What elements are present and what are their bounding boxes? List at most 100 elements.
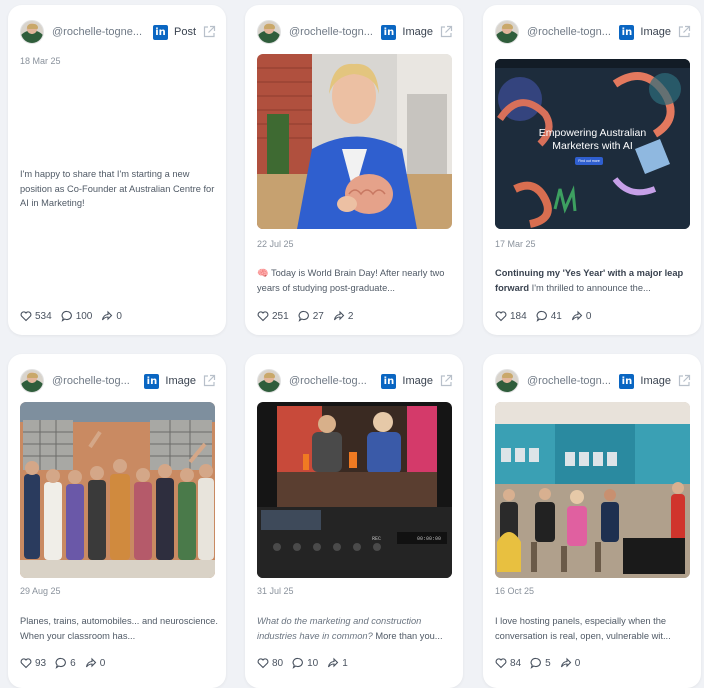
external-link-icon[interactable] (202, 374, 216, 388)
avatar[interactable] (495, 369, 519, 393)
post-type-label: Image (640, 375, 671, 387)
comments-stat: 6 (55, 657, 76, 669)
post-image[interactable]: Empowering Australian Marketers with AI … (495, 59, 690, 229)
post-text: Continuing my 'Yes Year' with a major le… (495, 268, 684, 293)
post-date: 18 Mar 25 (20, 56, 61, 66)
avatar[interactable] (495, 20, 519, 44)
heart-icon (257, 311, 269, 322)
post-type-label: Image (402, 26, 433, 38)
likes-stat: 251 (257, 310, 289, 322)
post-type-label: Image (640, 26, 671, 38)
comments-stat: 5 (530, 657, 551, 669)
likes-stat: 84 (495, 657, 521, 669)
likes-stat: 93 (20, 657, 46, 669)
post-card[interactable]: @rochelle-tog... in Image 29 Aug 25 Plan… (8, 354, 226, 688)
linkedin-icon: in (619, 373, 635, 389)
shares-stat: 0 (85, 657, 105, 669)
comment-icon (298, 310, 309, 322)
card-header: @rochelle-togne... in Post (20, 19, 216, 45)
author-handle[interactable]: @rochelle-togn... (527, 375, 613, 387)
share-icon (328, 657, 339, 668)
external-link-icon[interactable] (439, 374, 453, 388)
shares-stat: 0 (571, 310, 591, 322)
comments-stat: 100 (61, 310, 92, 322)
post-date: 31 Jul 25 (257, 586, 294, 596)
svg-text:REC: REC (372, 536, 381, 542)
external-link-icon[interactable] (202, 25, 216, 39)
post-image[interactable] (257, 54, 452, 229)
heart-icon (495, 658, 507, 669)
heart-icon (20, 311, 32, 322)
engagement-stats: 84 5 0 (495, 657, 589, 669)
likes-stat: 184 (495, 310, 527, 322)
avatar[interactable] (257, 20, 281, 44)
post-date: 22 Jul 25 (257, 239, 294, 249)
post-image[interactable]: REC 00:00:00 (257, 402, 452, 578)
card-header: @rochelle-togn... in Image (495, 368, 691, 394)
post-card[interactable]: @rochelle-tog... in Image REC 00:00:00 3… (245, 354, 463, 688)
linkedin-icon: in (152, 24, 168, 40)
author-handle[interactable]: @rochelle-togn... (289, 26, 375, 38)
post-type-label: Image (402, 375, 433, 387)
post-date: 29 Aug 25 (20, 586, 61, 596)
post-card[interactable]: @rochelle-togn... in Image Empowering Au… (483, 5, 701, 335)
share-icon (85, 657, 96, 668)
likes-stat: 534 (20, 310, 52, 322)
post-type-label: Post (173, 26, 196, 38)
heart-icon (20, 658, 32, 669)
shares-stat: 2 (333, 310, 353, 322)
card-header: @rochelle-togn... in Image (257, 19, 453, 45)
svg-text:00:00:00: 00:00:00 (417, 536, 441, 542)
comment-icon (61, 310, 72, 322)
post-date: 16 Oct 25 (495, 586, 535, 596)
avatar[interactable] (20, 369, 44, 393)
shares-stat: 0 (560, 657, 580, 669)
linkedin-icon: in (619, 24, 635, 40)
post-date: 17 Mar 25 (495, 239, 536, 249)
engagement-stats: 184 41 0 (495, 310, 600, 322)
comment-icon (55, 657, 67, 669)
linkedin-icon: in (381, 373, 397, 389)
comments-stat: 10 (292, 657, 318, 669)
linkedin-icon: in (144, 373, 160, 389)
image-headline: Empowering Australian Marketers with AI (538, 127, 647, 152)
post-text: I'm happy to share that I'm starting a n… (20, 169, 215, 208)
share-icon (560, 657, 571, 668)
post-card[interactable]: @rochelle-togn... in Image 22 Jul 25 🧠 T… (245, 5, 463, 335)
avatar[interactable] (20, 20, 44, 44)
share-icon (333, 310, 345, 321)
post-text: 🧠 Today is World Brain Day! After nearly… (257, 268, 445, 293)
comments-stat: 27 (298, 310, 324, 322)
author-handle[interactable]: @rochelle-togne... (52, 26, 147, 38)
engagement-stats: 80 10 1 (257, 657, 357, 669)
comments-stat: 41 (536, 310, 562, 322)
comment-icon (536, 310, 547, 322)
external-link-icon[interactable] (439, 25, 453, 39)
share-icon (571, 310, 583, 321)
comment-icon (530, 657, 542, 669)
author-handle[interactable]: @rochelle-tog... (52, 375, 138, 387)
post-text: I love hosting panels, especially when t… (495, 616, 671, 641)
post-image[interactable] (495, 402, 690, 578)
post-card[interactable]: @rochelle-togn... in Image 16 Oct 25 I l… (483, 354, 701, 688)
avatar[interactable] (257, 369, 281, 393)
external-link-icon[interactable] (677, 25, 691, 39)
post-image[interactable] (20, 402, 215, 578)
heart-icon (495, 311, 507, 322)
image-cta-button: Find out more (578, 159, 600, 163)
post-type-label: Image (165, 375, 196, 387)
likes-stat: 80 (257, 657, 283, 669)
author-handle[interactable]: @rochelle-togn... (527, 26, 613, 38)
share-icon (102, 310, 113, 321)
shares-stat: 1 (327, 657, 348, 669)
card-header: @rochelle-togn... in Image (495, 19, 691, 45)
heart-icon (257, 658, 269, 669)
linkedin-icon: in (381, 24, 397, 40)
post-text: What do the marketing and construction i… (257, 616, 443, 641)
author-handle[interactable]: @rochelle-tog... (289, 375, 375, 387)
shares-stat: 0 (101, 310, 122, 322)
card-header: @rochelle-tog... in Image (20, 368, 216, 394)
external-link-icon[interactable] (677, 374, 691, 388)
post-card[interactable]: @rochelle-togne... in Post 18 Mar 25 I'm… (8, 5, 226, 335)
post-text: Planes, trains, automobiles... and neuro… (20, 616, 218, 641)
